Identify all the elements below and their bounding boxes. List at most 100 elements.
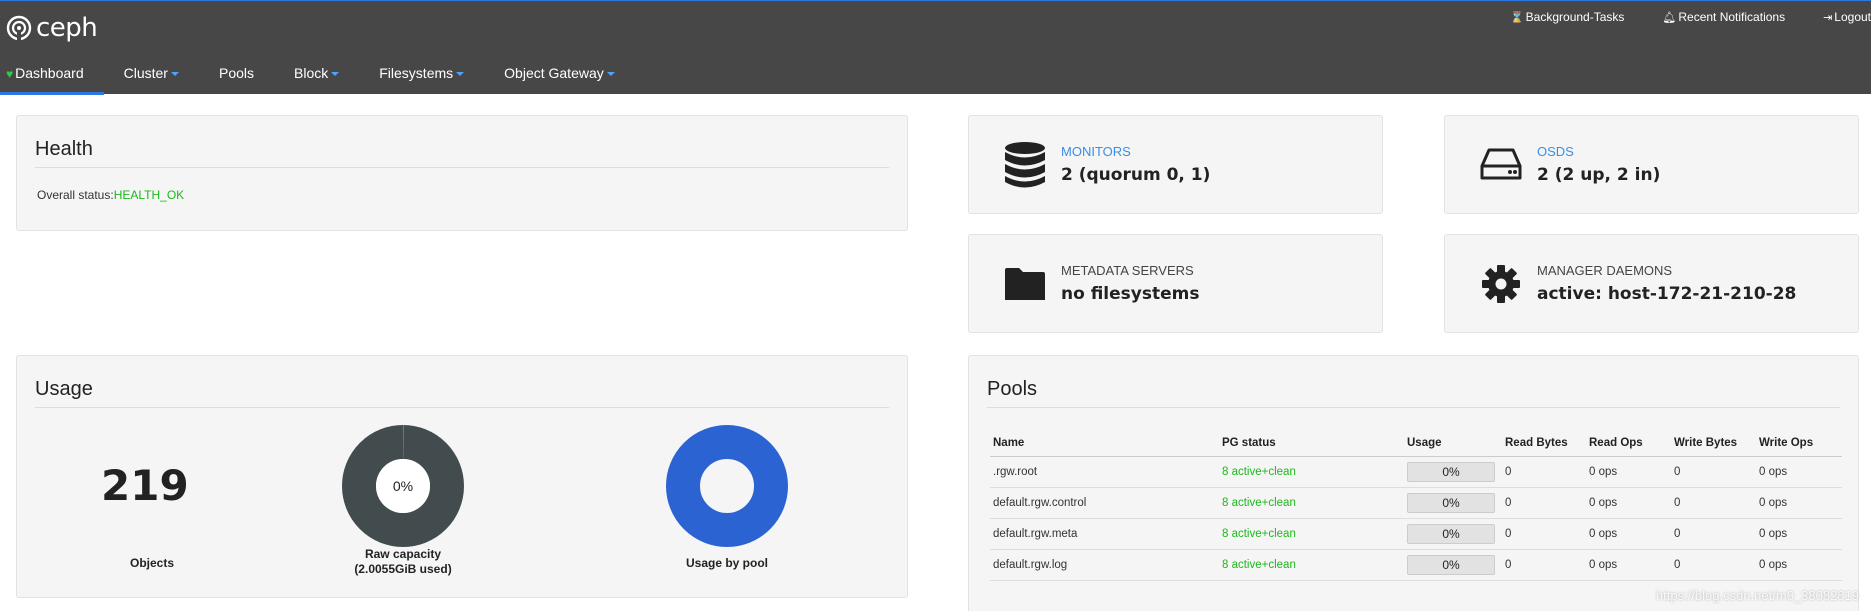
overall-status-label: Overall status: [37, 188, 114, 202]
table-row: default.rgw.meta 8 active+clean 0% 0 0 o… [990, 518, 1842, 550]
read-ops: 0 ops [1586, 456, 1671, 488]
table-row: default.rgw.log 8 active+clean 0% 0 0 op… [990, 549, 1842, 581]
raw-capacity-label: Raw capacity [364, 547, 442, 561]
read-ops: 0 ops [1586, 487, 1671, 519]
caret-down-icon [170, 72, 179, 77]
osds-link[interactable]: OSDS [1537, 144, 1660, 159]
health-title: Health [35, 116, 889, 168]
usage-bar: 0% [1407, 462, 1495, 482]
pools-table: Name PG status Usage Read Bytes Read Ops… [990, 431, 1842, 581]
write-bytes: 0 [1671, 487, 1756, 519]
monitors-link[interactable]: MONITORS [1061, 144, 1210, 159]
bell-icon: 🔔︎ [1662, 11, 1677, 24]
logout-label: Logout [1834, 10, 1871, 24]
pg-status: 8 active+clean [1219, 549, 1404, 581]
col-pg-status[interactable]: PG status [1219, 431, 1404, 457]
pools-panel: Pools Name PG status Usage Read Bytes Re… [968, 355, 1859, 611]
nav-filesystems-label: Filesystems [379, 65, 454, 81]
logout-link[interactable]: ⇥ Logout [1823, 10, 1871, 24]
osds-value: 2 (2 up, 2 in) [1537, 165, 1661, 185]
raw-capacity-used: (2.0055GiB used) [354, 562, 452, 576]
col-read-ops[interactable]: Read Ops [1586, 431, 1671, 457]
nav-cluster[interactable]: Cluster [104, 57, 199, 95]
metadata-servers-value: no filesystems [1061, 284, 1200, 304]
main-nav: ♥ Dashboard Cluster Pools Block Filesyste… [0, 57, 635, 95]
objects-count: 219 [101, 461, 189, 510]
manager-daemons-value: active: host-172-21-210-28 [1537, 284, 1797, 304]
metadata-servers-card: METADATA SERVERS no filesystems [968, 234, 1383, 333]
col-write-ops[interactable]: Write Ops [1756, 431, 1842, 457]
top-navbar: ceph ⌛ Background-Tasks 🔔︎ Recent Notifi… [0, 0, 1871, 95]
pg-status: 8 active+clean [1219, 456, 1404, 488]
pool-name: default.rgw.meta [990, 518, 1219, 550]
read-bytes: 0 [1502, 549, 1586, 581]
usage-bar: 0% [1407, 524, 1495, 544]
nav-object-gateway-label: Object Gateway [504, 65, 604, 81]
usage-by-pool-donut [666, 425, 788, 547]
nav-pools-label: Pools [218, 65, 255, 81]
background-tasks-label: Background-Tasks [1525, 10, 1625, 24]
col-write-bytes[interactable]: Write Bytes [1671, 431, 1756, 457]
usage-bar: 0% [1407, 493, 1495, 513]
overall-status: Overall status:HEALTH_OK [37, 188, 907, 202]
table-row: .rgw.root 8 active+clean 0% 0 0 ops 0 0 … [990, 456, 1842, 488]
pg-status: 8 active+clean [1219, 518, 1404, 550]
osds-card: OSDS 2 (2 up, 2 in) [1444, 115, 1859, 214]
col-read-bytes[interactable]: Read Bytes [1502, 431, 1586, 457]
nav-dashboard[interactable]: ♥ Dashboard [0, 57, 104, 95]
usage-bar: 0% [1407, 555, 1495, 575]
pools-table-header: Name PG status Usage Read Bytes Read Ops… [990, 431, 1842, 457]
monitors-card: MONITORS 2 (quorum 0, 1) [968, 115, 1383, 214]
usage-by-pool-label: Usage by pool [685, 556, 768, 570]
watermark-text: https://blog.csdn.net/m0_38082819 [1655, 588, 1859, 603]
objects-label: Objects [129, 556, 174, 570]
usage-by-pool-ring [666, 425, 788, 547]
write-ops: 0 ops [1756, 487, 1842, 519]
recent-notifications-link[interactable]: 🔔︎ Recent Notifications [1662, 10, 1785, 24]
pools-title: Pools [987, 356, 1840, 408]
read-bytes: 0 [1502, 518, 1586, 550]
read-bytes: 0 [1502, 456, 1586, 488]
health-panel: Health Overall status:HEALTH_OK [16, 115, 908, 231]
ceph-logo[interactable]: ceph [6, 13, 98, 43]
database-icon [995, 141, 1055, 189]
nav-block[interactable]: Block [274, 57, 359, 95]
utility-nav: ⌛ Background-Tasks 🔔︎ Recent Notificatio… [1472, 10, 1871, 24]
read-ops: 0 ops [1586, 518, 1671, 550]
nav-dashboard-label: Dashboard [15, 65, 84, 81]
logo-text: ceph [36, 13, 98, 43]
sign-out-icon: ⇥ [1823, 11, 1833, 24]
raw-capacity-percent: 0% [393, 478, 413, 494]
folder-icon [995, 266, 1055, 302]
raw-capacity-caption: Raw capacity (2.0055GiB used) [337, 547, 469, 577]
background-tasks-link[interactable]: ⌛ Background-Tasks [1510, 10, 1624, 24]
manager-daemons-label: MANAGER DAEMONS [1537, 263, 1673, 278]
manager-daemons-card: MANAGER DAEMONS active: host-172-21-210-… [1444, 234, 1859, 333]
raw-capacity-donut: 0% [342, 425, 464, 547]
nav-cluster-label: Cluster [123, 65, 168, 81]
nav-filesystems[interactable]: Filesystems [359, 57, 484, 95]
col-name[interactable]: Name [990, 431, 1219, 457]
pg-status: 8 active+clean [1219, 487, 1404, 519]
write-bytes: 0 [1671, 518, 1756, 550]
read-ops: 0 ops [1586, 549, 1671, 581]
nav-object-gateway[interactable]: Object Gateway [484, 57, 635, 95]
write-bytes: 0 [1671, 549, 1756, 581]
hdd-icon [1471, 148, 1531, 182]
heartbeat-icon: ♥ [6, 67, 14, 81]
pool-name: .rgw.root [990, 456, 1219, 488]
write-bytes: 0 [1671, 456, 1756, 488]
pool-name: default.rgw.control [990, 487, 1219, 519]
table-row: default.rgw.control 8 active+clean 0% 0 … [990, 487, 1842, 519]
write-ops: 0 ops [1756, 549, 1842, 581]
pool-name: default.rgw.log [990, 549, 1219, 581]
overall-status-value: HEALTH_OK [113, 188, 185, 202]
col-usage[interactable]: Usage [1404, 431, 1502, 457]
read-bytes: 0 [1502, 487, 1586, 519]
ceph-logo-icon [6, 15, 32, 41]
usage-panel: Usage 219 Objects 0% Raw capacity (2.005… [16, 355, 908, 598]
nav-pools[interactable]: Pools [199, 57, 274, 95]
write-ops: 0 ops [1756, 518, 1842, 550]
recent-notifications-label: Recent Notifications [1678, 10, 1786, 24]
caret-down-icon [331, 72, 340, 77]
